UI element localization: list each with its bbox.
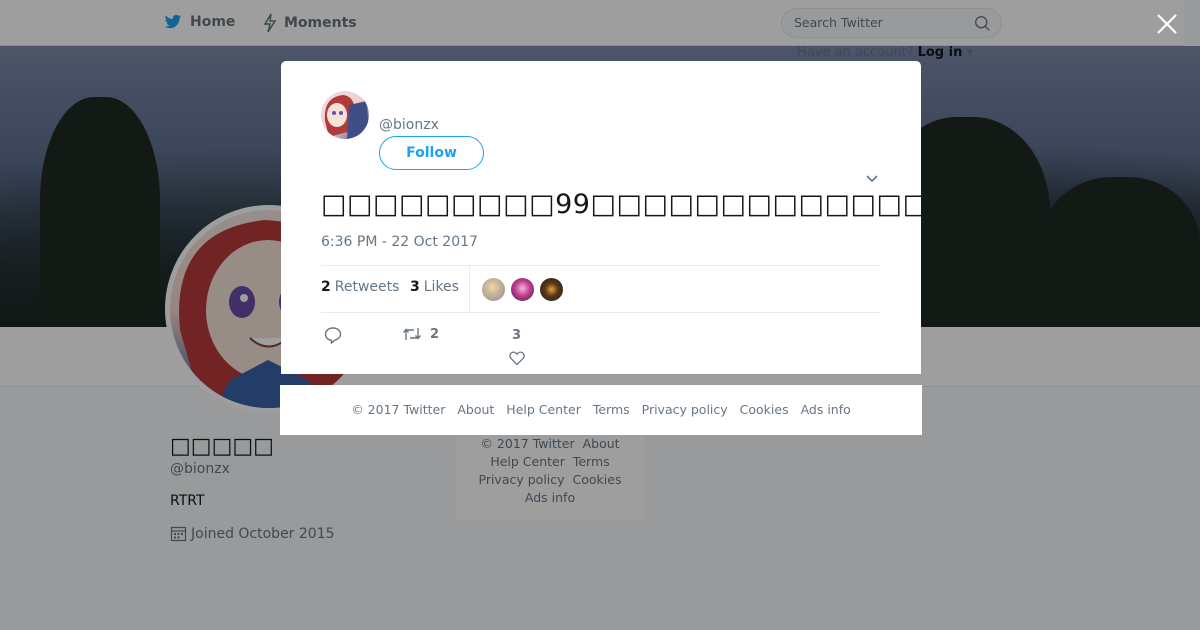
footer-link-privacy[interactable]: Privacy policy xyxy=(642,402,728,417)
stats-divider xyxy=(469,266,470,312)
reply-button[interactable] xyxy=(324,326,342,344)
tweet-timestamp[interactable]: 6:36 PM - 22 Oct 2017 xyxy=(321,234,478,250)
follow-button[interactable]: Follow xyxy=(379,136,484,170)
retweet-button[interactable]: 2 xyxy=(402,326,439,342)
reply-icon xyxy=(324,327,342,344)
footer-copyright: © 2017 Twitter xyxy=(351,402,446,417)
liker-avatar[interactable] xyxy=(539,277,564,302)
heart-icon[interactable] xyxy=(509,350,525,366)
footer-link-terms[interactable]: Terms xyxy=(593,402,630,417)
modal-footer: © 2017 Twitter About Help Center Terms P… xyxy=(280,385,922,435)
liker-avatar[interactable] xyxy=(510,277,535,302)
tweet-author-handle[interactable]: @bionzx xyxy=(379,117,439,133)
like-stat[interactable]: 3 Likes xyxy=(410,279,459,295)
close-icon[interactable] xyxy=(1155,12,1179,36)
tweet-author-avatar[interactable] xyxy=(321,91,369,139)
tweet-text: □□□□□□□□□99□□□□□□□□□□□□□□□□□□□□□□□□□□□□□… xyxy=(321,189,921,220)
retweet-stat[interactable]: 2 Retweets xyxy=(321,279,399,295)
like-action-count: 3 xyxy=(512,328,522,343)
footer-link-about[interactable]: About xyxy=(457,402,494,417)
tweet-stats: 2 Retweets 3 Likes xyxy=(321,265,881,313)
retweet-icon xyxy=(402,328,422,340)
liker-avatar[interactable] xyxy=(481,277,506,302)
retweet-action-count: 2 xyxy=(430,326,440,342)
chevron-down-icon[interactable] xyxy=(865,172,879,186)
retweet-stat-label: Retweets xyxy=(334,279,400,295)
tweet-modal: @bionzx Follow □□□□□□□□□99□□□□□□□□□□□□□□… xyxy=(281,61,921,374)
like-stat-count: 3 xyxy=(410,279,420,295)
footer-link-cookies[interactable]: Cookies xyxy=(740,402,789,417)
retweet-stat-count: 2 xyxy=(321,279,331,295)
footer-link-help[interactable]: Help Center xyxy=(506,402,581,417)
avatar-illustration xyxy=(324,95,369,139)
like-stat-label: Likes xyxy=(423,279,459,295)
footer-link-ads[interactable]: Ads info xyxy=(801,402,851,417)
